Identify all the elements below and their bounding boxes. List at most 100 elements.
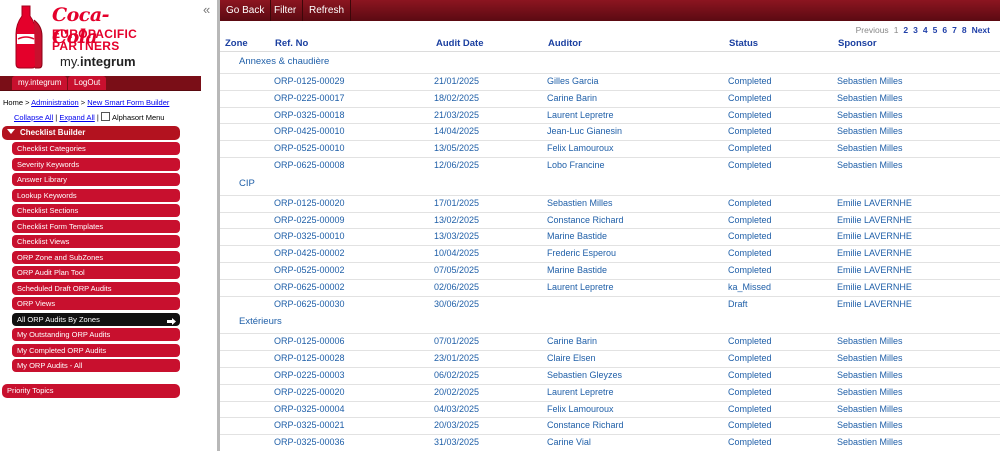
audit-date-cell: 30/06/2025 <box>434 298 480 309</box>
sidebar-item-orp-audit-plan-tool[interactable]: ORP Audit Plan Tool <box>12 266 180 279</box>
ref-no-cell[interactable]: ORP-0625-00030 <box>274 299 345 309</box>
ref-no-cell[interactable]: ORP-0125-00028 <box>274 353 345 363</box>
my-integrum-button[interactable]: my.integrum <box>12 76 68 90</box>
ref-no-cell[interactable]: ORP-0325-00018 <box>274 110 345 120</box>
sidebar-item-my-outstanding-orp-audits[interactable]: My Outstanding ORP Audits <box>12 328 180 341</box>
ref-no-cell[interactable]: ORP-0225-00003 <box>274 370 345 380</box>
table-row[interactable]: ORP-0325-00021 20/03/2025 Constance Richar… <box>220 417 1000 435</box>
table-row[interactable]: ORP-0525-00002 07/05/2025 Marine Bastide Co… <box>220 262 1000 280</box>
logout-button[interactable]: LogOut <box>68 76 107 90</box>
zone-group-header[interactable]: Annexes & chaudière <box>239 56 329 67</box>
ref-no-cell[interactable]: ORP-0425-00010 <box>274 126 345 136</box>
table-row[interactable]: ORP-0225-00020 20/02/2025 Laurent Lepretre… <box>220 383 1000 402</box>
table-row[interactable]: ORP-0125-00029 21/01/2025 Gilles Garcia Com… <box>220 73 1000 91</box>
ref-no-cell[interactable]: ORP-0125-00006 <box>274 336 345 346</box>
pager-next[interactable]: Next <box>972 25 990 35</box>
table-row[interactable]: ORP-0325-00018 21/03/2025 Laurent Lepretre… <box>220 106 1000 125</box>
breadcrumb-administration[interactable]: Administration <box>31 98 79 107</box>
col-audit-date[interactable]: Audit Date <box>436 38 484 49</box>
section-checklist-builder[interactable]: Checklist Builder <box>2 126 180 140</box>
sidebar-item-scheduled-draft-orp-audits[interactable]: Scheduled Draft ORP Audits <box>12 281 180 295</box>
col-zone[interactable]: Zone <box>225 38 248 49</box>
auditor-cell: Jean-Luc Gianesin <box>547 126 623 137</box>
sidebar-item-answer-library[interactable]: Answer Library <box>12 173 180 186</box>
col-auditor[interactable]: Auditor <box>548 38 582 49</box>
table-row[interactable]: ORP-0625-00002 02/06/2025 Laurent Lepretre… <box>220 278 1000 297</box>
status-cell: Completed <box>728 92 772 103</box>
table-row[interactable]: ORP-0125-00028 23/01/2025 Claire Elsen Comp… <box>220 350 1000 368</box>
table-row[interactable]: ORP-0225-00017 18/02/2025 Carine Barin Comp… <box>220 89 1000 108</box>
sidebar-item-label: Checklist Form Templates <box>17 221 104 231</box>
pager-page-1[interactable]: 1 <box>894 25 899 35</box>
ref-no-cell[interactable]: ORP-0225-00009 <box>274 215 345 225</box>
sidebar-item-my-completed-orp-audits[interactable]: My Completed ORP Audits <box>12 343 180 357</box>
table-row[interactable]: ORP-0125-00020 17/01/2025 Sebastien Milles… <box>220 194 1000 213</box>
pager: Previous 1 2 3 4 5 6 7 8 Next <box>851 25 990 35</box>
sidebar-item-checklist-form-templates[interactable]: Checklist Form Templates <box>12 219 180 233</box>
pager-page-3[interactable]: 3 <box>913 25 918 35</box>
col-sponsor[interactable]: Sponsor <box>838 38 877 49</box>
ref-no-cell[interactable]: ORP-0225-00020 <box>274 387 345 397</box>
refresh-button[interactable]: Refresh <box>303 0 352 21</box>
sidebar-item-checklist-categories[interactable]: Checklist Categories <box>12 142 180 155</box>
auditor-cell: Claire Elsen <box>547 353 596 364</box>
table-row[interactable]: ORP-0625-00008 12/06/2025 Lobo Francine Com… <box>220 157 1000 175</box>
ref-no-cell[interactable]: ORP-0325-00010 <box>274 231 345 241</box>
table-row[interactable]: ORP-0325-00004 04/03/2025 Felix Lamouroux C… <box>220 400 1000 419</box>
table-row[interactable]: ORP-0525-00010 13/05/2025 Felix Lamouroux C… <box>220 140 1000 158</box>
col-ref-no[interactable]: Ref. No <box>275 38 308 49</box>
table-row[interactable]: ORP-0225-00003 06/02/2025 Sebastien Gleyze… <box>220 367 1000 385</box>
ref-no-cell[interactable]: ORP-0125-00020 <box>274 198 345 208</box>
table-row[interactable]: ORP-0425-00010 14/04/2025 Jean-Luc Gianesi… <box>220 123 1000 141</box>
bottle-icon <box>15 5 43 69</box>
ref-no-cell[interactable]: ORP-0225-00017 <box>274 93 345 103</box>
sidebar-item-orp-views[interactable]: ORP Views <box>12 297 180 310</box>
ref-no-cell[interactable]: ORP-0425-00002 <box>274 248 345 258</box>
sidebar-item-lookup-keywords[interactable]: Lookup Keywords <box>12 188 180 202</box>
table-row[interactable]: ORP-0425-00002 10/04/2025 Frederic Esperou… <box>220 245 1000 263</box>
zone-group-header[interactable]: CIP <box>239 178 255 189</box>
audit-date-cell: 20/03/2025 <box>434 420 480 431</box>
sidebar-item-my-orp-audits-all[interactable]: My ORP Audits - All <box>12 359 180 372</box>
table-row[interactable]: ORP-0325-00010 13/03/2025 Marine Bastide Co… <box>220 228 1000 246</box>
alphasort-checkbox[interactable] <box>100 112 110 121</box>
sidebar-item-all-orp-audits-by-zones[interactable]: All ORP Audits By Zones <box>12 312 180 326</box>
go-back-button[interactable]: Go Back <box>220 0 272 21</box>
pager-previous[interactable]: Previous <box>856 25 889 35</box>
pager-page-5[interactable]: 5 <box>933 25 938 35</box>
ref-no-cell[interactable]: ORP-0525-00002 <box>274 265 345 275</box>
zone-group-header[interactable]: Extérieurs <box>239 316 282 327</box>
status-cell: Completed <box>728 265 772 275</box>
sidebar-item-checklist-sections[interactable]: Checklist Sections <box>12 204 180 217</box>
col-status[interactable]: Status <box>729 38 758 49</box>
pager-page-4[interactable]: 4 <box>923 25 928 35</box>
sidebar-item-checklist-views[interactable]: Checklist Views <box>12 235 180 248</box>
table-row[interactable]: ORP-0625-00030 30/06/2025 Draft Emilie LAVE… <box>220 295 1000 314</box>
table-row[interactable]: ORP-0325-00036 31/03/2025 Carine Vial Compl… <box>220 434 1000 452</box>
expand-all-link[interactable]: Expand All <box>59 113 94 122</box>
breadcrumb: Home > Administration > New Smart Form B… <box>3 98 169 107</box>
table-row[interactable]: ORP-0225-00009 13/02/2025 Constance Richar… <box>220 211 1000 230</box>
ref-no-cell[interactable]: ORP-0125-00029 <box>274 76 345 86</box>
ref-no-cell[interactable]: ORP-0625-00002 <box>274 282 345 292</box>
ref-no-cell[interactable]: ORP-0325-00036 <box>274 437 345 447</box>
ref-no-cell[interactable]: ORP-0625-00008 <box>274 160 345 170</box>
ref-no-cell[interactable]: ORP-0525-00010 <box>274 143 345 153</box>
sidebar-item-orp-zone-and-subzones[interactable]: ORP Zone and SubZones <box>12 250 180 264</box>
pager-page-2[interactable]: 2 <box>903 25 908 35</box>
ref-no-cell[interactable]: ORP-0325-00021 <box>274 420 345 430</box>
priority-topics-button[interactable]: Priority Topics <box>2 384 180 398</box>
collapse-all-link[interactable]: Collapse All <box>14 113 53 122</box>
sidebar-item-severity-keywords[interactable]: Severity Keywords <box>12 157 180 171</box>
breadcrumb-home[interactable]: Home > <box>3 98 29 107</box>
breadcrumb-current[interactable]: New Smart Form Builder <box>87 98 169 107</box>
table-row[interactable]: ORP-0125-00006 07/01/2025 Carine Barin Comp… <box>220 333 1000 351</box>
filter-button[interactable]: Filter <box>268 0 304 21</box>
pager-page-6[interactable]: 6 <box>942 25 947 35</box>
collapse-sidebar-icon[interactable]: « <box>203 3 210 16</box>
sponsor-cell: Sebastien Milles <box>837 336 903 347</box>
main-panel: Go Back Filter Refresh Previous 1 2 3 4 5 6 7 8 N… <box>220 0 1000 451</box>
pager-page-8[interactable]: 8 <box>962 25 967 35</box>
ref-no-cell[interactable]: ORP-0325-00004 <box>274 404 345 414</box>
pager-page-7[interactable]: 7 <box>952 25 957 35</box>
